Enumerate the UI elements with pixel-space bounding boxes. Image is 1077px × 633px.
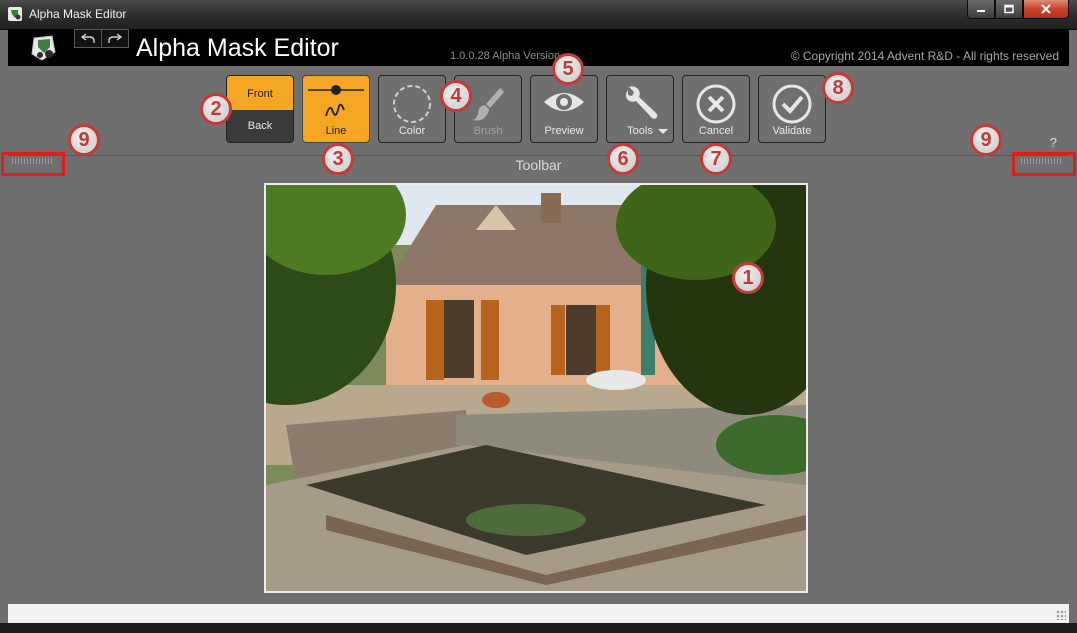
close-button[interactable] (1023, 0, 1069, 19)
front-option[interactable]: Front (227, 76, 293, 110)
chevron-down-icon[interactable] (658, 129, 668, 134)
redo-button[interactable] (101, 29, 129, 48)
app-header: Alpha Mask Editor 1.0.0.28 Alpha Version… (8, 29, 1069, 66)
minimize-button[interactable] (967, 0, 995, 19)
app-window: Alpha Mask Editor Alpha Mask Editor 1.0.… (0, 0, 1077, 633)
copyright-text: © Copyright 2014 Advent R&D - All rights… (790, 49, 1059, 63)
callout-1: 1 (732, 262, 764, 294)
color-button[interactable]: Color (378, 75, 446, 143)
line-label: Line (325, 125, 347, 137)
redo-icon (108, 33, 123, 43)
callout-2: 2 (200, 93, 232, 125)
eye-icon (544, 93, 584, 111)
callout-8: 8 (822, 72, 854, 104)
color-circle-icon (393, 85, 431, 123)
app-title: Alpha Mask Editor (136, 34, 339, 62)
undo-button[interactable] (74, 29, 102, 48)
app-version: 1.0.0.28 Alpha Version (450, 50, 561, 62)
callout-6: 6 (607, 143, 639, 175)
wrench-icon (626, 86, 658, 119)
callout-4: 4 (440, 80, 472, 112)
window-title: Alpha Mask Editor (29, 7, 127, 21)
help-button[interactable]: ? (1050, 135, 1057, 150)
line-tool-icon (308, 85, 364, 117)
preview-button[interactable]: Preview (530, 75, 598, 143)
callout-9-right: 9 (970, 124, 1002, 156)
maximize-icon (1004, 4, 1014, 14)
maximize-button[interactable] (995, 0, 1023, 19)
line-button[interactable]: Line (302, 75, 370, 143)
toolbar-divider (8, 155, 1069, 156)
right-grip-highlight (1012, 152, 1076, 176)
callout-9-left: 9 (68, 124, 100, 156)
left-grip-highlight (1, 152, 65, 176)
tools-button[interactable]: Tools (606, 75, 674, 143)
front-back-toggle[interactable]: Front Back (226, 75, 294, 143)
undo-icon (80, 33, 95, 43)
validate-label: Validate (772, 125, 812, 137)
status-bar (8, 604, 1069, 623)
preview-label: Preview (544, 125, 584, 137)
garden-house-photo (266, 185, 806, 591)
app-icon (8, 7, 22, 21)
brush-label: Brush (473, 125, 503, 137)
cancel-button[interactable]: Cancel (682, 75, 750, 143)
close-icon (1041, 4, 1051, 14)
callout-3: 3 (322, 143, 354, 175)
cancel-x-icon (696, 84, 736, 124)
os-title-bar[interactable]: Alpha Mask Editor (0, 0, 1077, 30)
app-logo-icon (31, 35, 56, 61)
color-label: Color (398, 125, 426, 137)
minimize-icon (977, 10, 985, 12)
resize-grip-icon[interactable] (1056, 610, 1066, 620)
toolbar: Front Back Line Color Brush Preview Tool… (8, 66, 1069, 176)
toolbar-caption: Toolbar (515, 157, 562, 173)
brush-icon (472, 88, 504, 121)
editable-photo[interactable] (264, 183, 808, 593)
window-frame-bottom (0, 623, 1077, 633)
cancel-label: Cancel (698, 125, 734, 137)
editing-canvas[interactable] (8, 176, 1069, 604)
checkmark-icon (772, 84, 812, 124)
validate-button[interactable]: Validate (758, 75, 826, 143)
callout-5: 5 (552, 53, 584, 85)
callout-7: 7 (700, 143, 732, 175)
back-option[interactable]: Back (227, 110, 293, 142)
